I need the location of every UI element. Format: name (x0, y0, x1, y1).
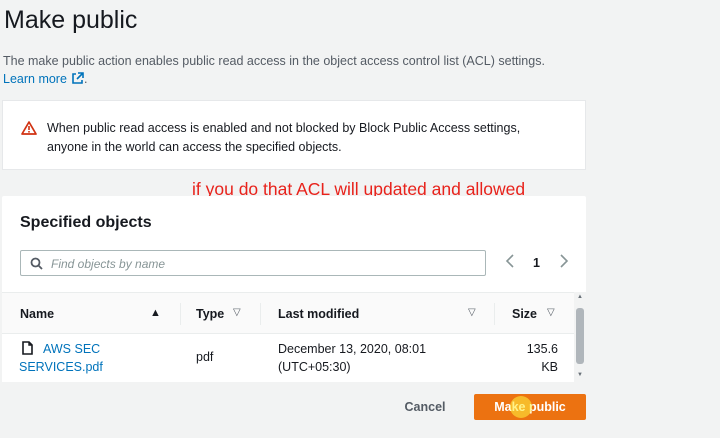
description-text: The make public action enables public re… (3, 54, 545, 68)
sort-icon[interactable]: ▽ (233, 307, 241, 318)
scrollbar-thumb[interactable] (576, 308, 584, 364)
search-icon (30, 257, 43, 270)
warning-alert: When public read access is enabled and n… (2, 100, 586, 170)
scroll-up-icon[interactable]: ▲ (577, 294, 583, 300)
object-size: 135.6 KB (526, 342, 558, 374)
page-title: Make public (4, 6, 138, 34)
chevron-left-icon (505, 254, 514, 268)
page-number[interactable]: 1 (533, 256, 540, 270)
warning-triangle-icon (21, 121, 37, 135)
object-last-modified: December 13, 2020, 08:01 (UTC+05:30) (278, 342, 427, 374)
object-name-link[interactable]: AWS SEC SERVICES.pdf (19, 340, 103, 376)
external-link-icon (72, 72, 84, 84)
object-type: pdf (196, 350, 214, 364)
table-header: Name ▲ Type ▽ Last modified ▽ Size ▽ (2, 292, 586, 334)
sort-icon[interactable]: ▽ (547, 307, 555, 318)
column-divider (494, 303, 495, 325)
cursor-highlight (510, 396, 532, 418)
search-placeholder: Find objects by name (51, 257, 166, 271)
cancel-button[interactable]: Cancel (392, 394, 458, 420)
sort-ascending-icon[interactable]: ▲ (150, 307, 161, 319)
scroll-down-icon[interactable]: ▼ (577, 372, 583, 378)
sort-icon[interactable]: ▽ (468, 307, 476, 318)
chevron-right-icon (560, 254, 569, 268)
warning-text: When public read access is enabled and n… (47, 121, 521, 154)
column-divider (180, 303, 181, 325)
column-header-type[interactable]: Type (196, 307, 224, 321)
table-scrollbar[interactable]: ▲ ▼ (574, 292, 586, 382)
page-description: The make public action enables public re… (3, 54, 545, 86)
column-header-name[interactable]: Name (20, 307, 54, 321)
learn-more-link[interactable]: Learn more (3, 72, 84, 86)
previous-page-button[interactable] (505, 254, 515, 271)
table-row: AWS SEC SERVICES.pdf pdf December 13, 20… (2, 334, 586, 382)
column-header-last-modified[interactable]: Last modified (278, 307, 359, 321)
search-input[interactable]: Find objects by name (20, 250, 486, 276)
panel-title: Specified objects (20, 214, 152, 231)
column-header-size[interactable]: Size (512, 307, 537, 321)
column-divider (260, 303, 261, 325)
next-page-button[interactable] (559, 254, 569, 271)
